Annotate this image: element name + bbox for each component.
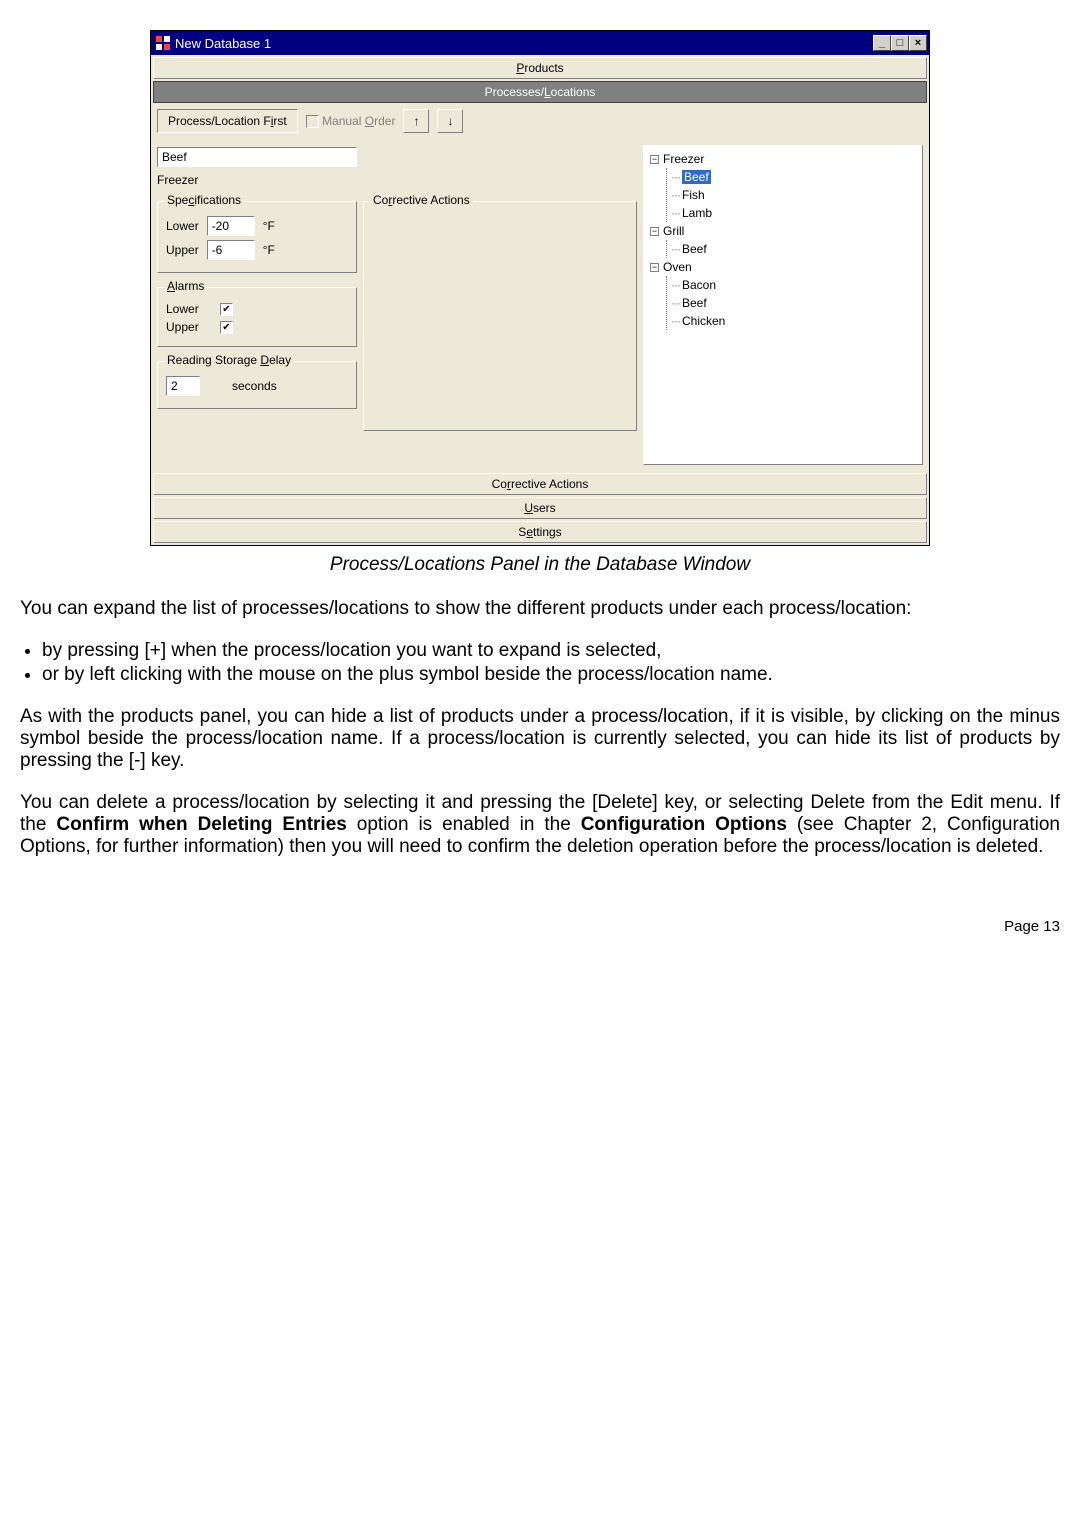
arrow-up-icon: ↑ xyxy=(413,114,419,128)
paragraph: You can expand the list of processes/loc… xyxy=(20,598,1060,620)
list-item: by pressing [+] when the process/locatio… xyxy=(42,640,1060,662)
alarm-lower-label: Lower xyxy=(166,302,212,316)
rsd-legend: Reading Storage Delay xyxy=(164,353,294,367)
tree-node-freezer-beef[interactable]: Beef xyxy=(682,170,711,184)
tree-node-oven-bacon[interactable]: Bacon xyxy=(682,278,716,292)
rsd-unit: seconds xyxy=(232,379,277,393)
tree-node-oven[interactable]: Oven xyxy=(663,260,692,274)
app-window: New Database 1 _ □ × Products Processes/… xyxy=(150,30,930,546)
paragraph: You can delete a process/location by sel… xyxy=(20,792,1060,858)
tab-products[interactable]: Products xyxy=(153,57,927,79)
tab-corrective-actions[interactable]: Corrective Actions xyxy=(153,473,927,495)
specifications-legend: Specifications xyxy=(164,193,244,207)
tab-users[interactable]: Users xyxy=(153,497,927,519)
upper-unit: °F xyxy=(263,243,275,257)
titlebar[interactable]: New Database 1 _ □ × xyxy=(151,31,929,55)
figure-caption: Process/Locations Panel in the Database … xyxy=(20,554,1060,576)
corrective-actions-legend: Corrective Actions xyxy=(370,193,473,207)
reading-storage-delay-group: Reading Storage Delay seconds xyxy=(157,361,357,409)
paragraph: As with the products panel, you can hide… xyxy=(20,706,1060,772)
specifications-group: Specifications Lower °F Upper °F xyxy=(157,201,357,273)
upper-input[interactable] xyxy=(207,240,255,260)
tree-collapse-icon[interactable]: − xyxy=(650,155,659,164)
tree-node-freezer-lamb[interactable]: Lamb xyxy=(682,206,712,220)
tree-node-oven-beef[interactable]: Beef xyxy=(682,296,707,310)
tree-collapse-icon[interactable]: − xyxy=(650,263,659,272)
lower-unit: °F xyxy=(263,219,275,233)
tree-node-grill-beef[interactable]: Beef xyxy=(682,242,707,256)
upper-label: Upper xyxy=(166,243,199,257)
tree-collapse-icon[interactable]: − xyxy=(650,227,659,236)
tree-node-freezer[interactable]: Freezer xyxy=(663,152,704,166)
document-body: You can expand the list of processes/loc… xyxy=(20,598,1060,858)
toolbar: Process/Location First Manual Order ↑ ↓ xyxy=(153,105,927,137)
window-title: New Database 1 xyxy=(175,36,271,51)
app-icon xyxy=(155,35,171,51)
lower-label: Lower xyxy=(166,219,199,233)
corrective-actions-group: Corrective Actions xyxy=(363,201,637,431)
lower-input[interactable] xyxy=(207,216,255,236)
list-item: or by left clicking with the mouse on th… xyxy=(42,664,1060,686)
tree-node-grill[interactable]: Grill xyxy=(663,224,684,238)
tree-node-freezer-fish[interactable]: Fish xyxy=(682,188,705,202)
checkbox-icon xyxy=(306,115,319,128)
manual-order-checkbox: Manual Order xyxy=(306,114,396,128)
location-label: Freezer xyxy=(157,173,357,187)
close-button[interactable]: × xyxy=(909,35,927,51)
maximize-button[interactable]: □ xyxy=(891,35,909,51)
alarms-legend: Alarms xyxy=(164,279,207,293)
rsd-input[interactable] xyxy=(166,376,200,396)
alarm-upper-label: Upper xyxy=(166,320,212,334)
alarm-upper-checkbox[interactable]: ✔ xyxy=(220,321,233,334)
alarms-group: Alarms Lower ✔ Upper ✔ xyxy=(157,287,357,347)
tab-processes-locations[interactable]: Processes/Locations xyxy=(153,81,927,103)
tab-settings[interactable]: Settings xyxy=(153,521,927,543)
alarm-lower-checkbox[interactable]: ✔ xyxy=(220,303,233,316)
tree-view[interactable]: −Freezer Beef Fish Lamb −Grill Beef −Ove… xyxy=(643,145,923,465)
minimize-button[interactable]: _ xyxy=(873,35,891,51)
move-down-button[interactable]: ↓ xyxy=(437,109,463,133)
move-up-button[interactable]: ↑ xyxy=(403,109,429,133)
tree-node-oven-chicken[interactable]: Chicken xyxy=(682,314,725,328)
name-input[interactable] xyxy=(157,147,357,167)
arrow-down-icon: ↓ xyxy=(447,114,453,128)
page-number: Page 13 xyxy=(20,918,1060,935)
process-location-first-button[interactable]: Process/Location First xyxy=(157,109,298,133)
bullet-list: by pressing [+] when the process/locatio… xyxy=(20,640,1060,686)
